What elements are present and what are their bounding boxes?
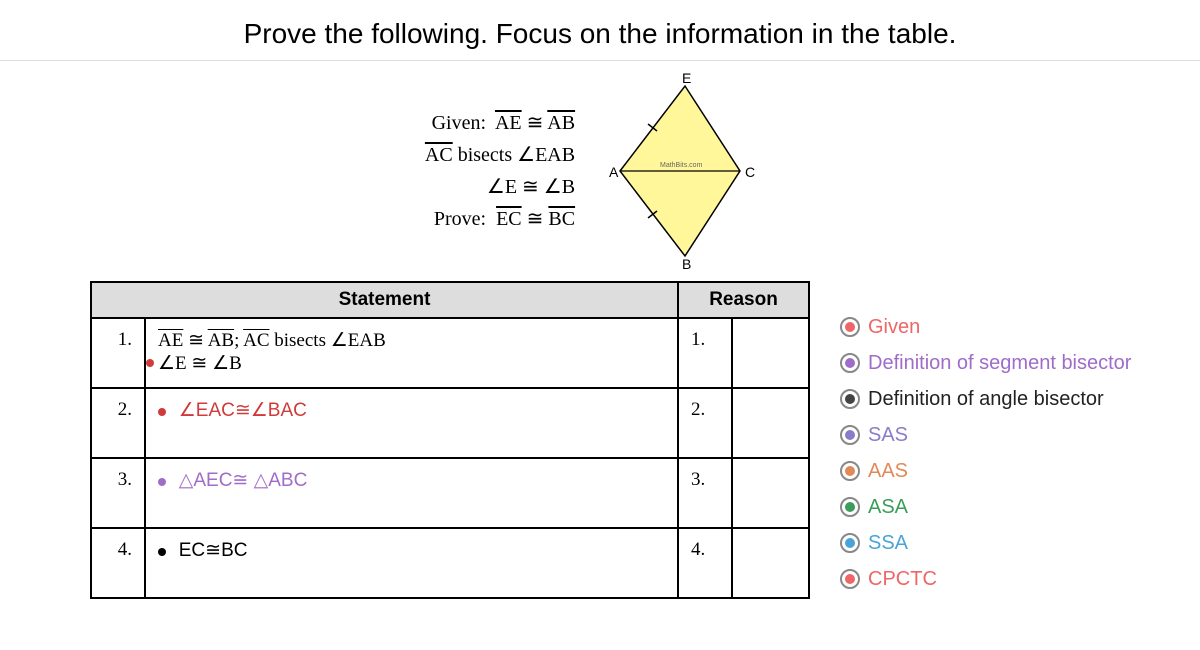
drag-dot-icon[interactable] bbox=[146, 359, 154, 367]
reason-number: 2. bbox=[678, 388, 732, 458]
reason-label: Definition of segment bisector bbox=[868, 345, 1131, 381]
seg-ae: AE bbox=[158, 330, 183, 351]
radio-icon bbox=[840, 353, 860, 373]
row-number: 2. bbox=[91, 388, 145, 458]
angle-e: E bbox=[158, 353, 187, 374]
statement-text: ∠EAC≅∠BAC bbox=[179, 400, 307, 421]
reason-label: AAS bbox=[868, 453, 908, 489]
reason-cell[interactable] bbox=[732, 528, 809, 598]
svg-text:B: B bbox=[682, 256, 691, 271]
reason-cell[interactable] bbox=[732, 458, 809, 528]
reason-option-given[interactable]: Given bbox=[840, 309, 1131, 345]
radio-icon bbox=[840, 461, 860, 481]
table-row: 2. ∠EAC≅∠BAC 2. bbox=[91, 388, 809, 458]
radio-icon bbox=[840, 389, 860, 409]
given-block: Given: AE ≅ AB AC bisects EAB E ≅ B Prov… bbox=[425, 107, 585, 235]
row-number: 4. bbox=[91, 528, 145, 598]
seg-ab: AB bbox=[208, 330, 234, 351]
reason-label: SAS bbox=[868, 417, 908, 453]
separator: ; bbox=[234, 330, 243, 351]
problem-setup: Given: AE ≅ AB AC bisects EAB E ≅ B Prov… bbox=[0, 61, 1200, 281]
radio-icon bbox=[840, 497, 860, 517]
drag-dot-icon[interactable] bbox=[158, 548, 166, 556]
reason-option-aas[interactable]: AAS bbox=[840, 453, 1131, 489]
row-number: 3. bbox=[91, 458, 145, 528]
reason-option-asa[interactable]: ASA bbox=[840, 489, 1131, 525]
drag-dot-icon[interactable] bbox=[158, 478, 166, 486]
angle-b: B bbox=[212, 353, 242, 374]
svg-text:E: E bbox=[682, 71, 691, 86]
figure-kite: A C E B MathBits.com bbox=[605, 71, 775, 271]
statement-cell[interactable]: ∠EAC≅∠BAC bbox=[145, 388, 678, 458]
reason-cell[interactable] bbox=[732, 388, 809, 458]
reason-option-ssa[interactable]: SSA bbox=[840, 525, 1131, 561]
reason-bank: Given Definition of segment bisector Def… bbox=[840, 281, 1131, 597]
row-number: 1. bbox=[91, 318, 145, 388]
reason-number: 3. bbox=[678, 458, 732, 528]
reason-number: 4. bbox=[678, 528, 732, 598]
statement-cell[interactable]: AE ≅ AB; AC bisects EAB E ≅ B bbox=[145, 318, 678, 388]
reason-label: Definition of angle bisector bbox=[868, 381, 1104, 417]
reason-option-sas[interactable]: SAS bbox=[840, 417, 1131, 453]
reason-label: CPCTC bbox=[868, 561, 937, 597]
table-row: 4. EC≅BC 4. bbox=[91, 528, 809, 598]
statement-text: EC≅BC bbox=[179, 540, 248, 561]
svg-text:A: A bbox=[609, 164, 619, 180]
reason-label: SSA bbox=[868, 525, 908, 561]
seg-ec: EC bbox=[496, 208, 522, 230]
statement-cell[interactable]: EC≅BC bbox=[145, 528, 678, 598]
angle-e: E bbox=[487, 176, 517, 198]
given-label: Given: bbox=[432, 112, 486, 134]
statement-text: △AEC≅ △ABC bbox=[179, 470, 308, 491]
reason-option-def-angle-bisector[interactable]: Definition of angle bisector bbox=[840, 381, 1131, 417]
radio-icon bbox=[840, 317, 860, 337]
reason-option-def-segment-bisector[interactable]: Definition of segment bisector bbox=[840, 345, 1131, 381]
bisects-text: bisects bbox=[453, 144, 517, 166]
reason-option-cpctc[interactable]: CPCTC bbox=[840, 561, 1131, 597]
prove-label: Prove: bbox=[434, 208, 486, 230]
radio-icon bbox=[840, 569, 860, 589]
reason-label: Given bbox=[868, 309, 920, 345]
seg-ab: AB bbox=[547, 112, 575, 134]
reason-label: ASA bbox=[868, 489, 908, 525]
angle-b: B bbox=[544, 176, 575, 198]
proof-table: Statement Reason 1. AE ≅ AB; AC bisects … bbox=[90, 281, 810, 599]
drag-dot-icon[interactable] bbox=[158, 408, 166, 416]
seg-ae: AE bbox=[495, 112, 522, 134]
statement-cell[interactable]: △AEC≅ △ABC bbox=[145, 458, 678, 528]
seg-ac: AC bbox=[425, 144, 453, 166]
table-row: 3. △AEC≅ △ABC 3. bbox=[91, 458, 809, 528]
svg-text:C: C bbox=[745, 164, 755, 180]
reason-cell[interactable] bbox=[732, 318, 809, 388]
reason-number: 1. bbox=[678, 318, 732, 388]
angle-eab: EAB bbox=[517, 144, 575, 166]
radio-icon bbox=[840, 533, 860, 553]
seg-ac: AC bbox=[243, 330, 269, 351]
angle-eab: EAB bbox=[331, 330, 386, 351]
bisects-text: bisects bbox=[270, 330, 331, 351]
radio-icon bbox=[840, 425, 860, 445]
page-title: Prove the following. Focus on the inform… bbox=[0, 0, 1200, 61]
header-statement: Statement bbox=[91, 282, 678, 318]
table-row: 1. AE ≅ AB; AC bisects EAB E ≅ B 1. bbox=[91, 318, 809, 388]
svg-text:MathBits.com: MathBits.com bbox=[660, 162, 703, 169]
header-reason: Reason bbox=[678, 282, 809, 318]
seg-bc: BC bbox=[548, 208, 575, 230]
